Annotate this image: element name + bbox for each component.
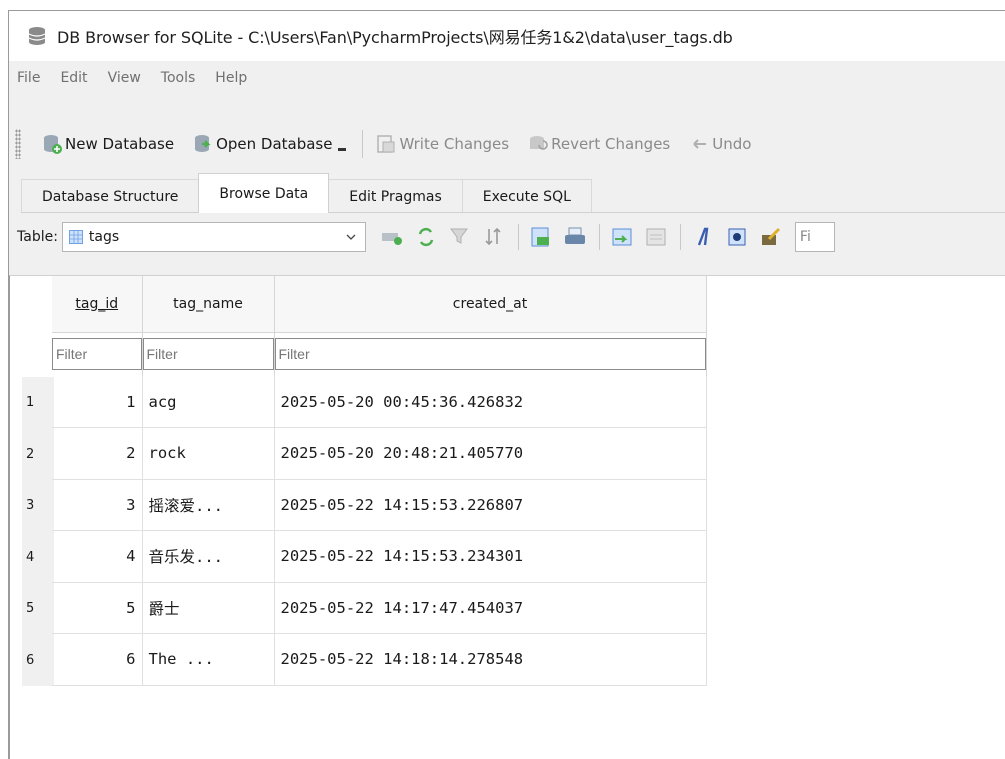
cell-tag-name[interactable]: The ... [142,633,275,686]
column-header-label: tag_id [75,295,119,312]
tools-separator [679,224,681,250]
new-database-icon [44,135,62,154]
menu-help[interactable]: Help [215,70,247,86]
row-header[interactable]: 1 [22,377,54,429]
filter-input-tag-name[interactable] [142,338,274,371]
cell-tag-id[interactable]: 3 [52,479,143,531]
column-header-tag-name[interactable]: tag_name [142,276,275,333]
cell-tag-id[interactable]: 5 [52,582,143,634]
column-header-tag-id[interactable]: tag_id [52,276,143,333]
font-icon[interactable] [691,225,715,249]
delete-record-icon[interactable] [644,225,668,249]
new-database-button[interactable]: New Database [37,128,180,160]
grid-tools: Fi [380,222,835,252]
cell-tag-id[interactable]: 2 [52,427,143,480]
table-row: 2 rock 2025-05-20 20:48:21.405770 [52,427,707,480]
menu-view[interactable]: View [108,70,141,86]
write-changes-label: Write Changes [399,135,510,153]
row-header[interactable]: 2 [22,429,54,481]
table-label: Table: [17,229,58,245]
filter-input-created-at[interactable] [274,338,706,371]
main-toolbar: New Database Open Database Write Changes [9,121,1005,167]
tab-browse-data[interactable]: Browse Data [198,173,330,213]
tab-edit-pragmas[interactable]: Edit Pragmas [328,179,463,213]
new-database-label: New Database [65,135,175,153]
row-header[interactable]: 4 [22,532,54,584]
save-table-icon[interactable] [529,225,553,249]
table-row: 5 爵士 2025-05-22 14:17:47.454037 [52,582,707,634]
cell-created-at[interactable]: 2025-05-20 20:48:21.405770 [274,427,707,480]
table-row: 3 摇滚爱... 2025-05-22 14:15:53.226807 [52,479,707,531]
data-table: tag_id tag_name created_at 1 acg 2025-05… [52,276,707,686]
cell-tag-name[interactable]: 音乐发... [142,530,275,583]
undo-button[interactable]: Undo [684,128,757,160]
cell-created-at[interactable]: 2025-05-22 14:15:53.226807 [274,479,707,531]
app-window: DB Browser for SQLite - C:\Users\Fan\Pyc… [8,10,1005,759]
toolbar-grip[interactable] [15,129,21,159]
cell-tag-name[interactable]: 爵士 [142,582,275,634]
tab-execute-sql[interactable]: Execute SQL [461,179,592,213]
write-changes-icon [377,135,395,153]
title-bar: DB Browser for SQLite - C:\Users\Fan\Pyc… [9,11,1005,61]
cell-created-at[interactable]: 2025-05-20 00:45:36.426832 [274,376,707,428]
column-header-created-at[interactable]: created_at [274,276,707,333]
refresh-table-icon[interactable] [380,225,404,249]
sync-icon[interactable] [414,225,438,249]
chevron-down-icon[interactable] [338,147,347,151]
menu-tools[interactable]: Tools [161,70,196,86]
main-tabs: Database Structure Browse Data Edit Prag… [21,173,592,213]
row-header[interactable]: 6 [22,635,54,687]
table-icon [68,230,83,244]
window-title: DB Browser for SQLite - C:\Users\Fan\Pyc… [57,28,733,47]
table-row: 1 acg 2025-05-20 00:45:36.426832 [52,376,707,428]
tab-database-structure[interactable]: Database Structure [21,179,200,213]
cell-tag-id[interactable]: 1 [52,376,143,428]
row-header[interactable]: 5 [22,583,54,635]
clear-filter-icon[interactable] [448,225,472,249]
cell-tag-name[interactable]: 摇滚爱... [142,479,275,531]
database-app-icon [28,27,46,45]
row-headers: 1 2 3 4 5 6 [22,377,54,686]
open-database-icon [195,135,211,152]
cell-tag-id[interactable]: 4 [52,530,143,583]
filter-input-tag-id[interactable] [52,338,142,371]
write-changes-button[interactable]: Write Changes [371,128,515,160]
insert-record-icon[interactable] [610,225,634,249]
cell-tag-name[interactable]: rock [142,427,275,480]
open-database-label: Open Database [216,135,333,153]
open-database-button[interactable]: Open Database [188,128,352,160]
revert-changes-label: Revert Changes [551,135,671,153]
menu-edit[interactable]: Edit [60,70,87,86]
cell-created-at[interactable]: 2025-05-22 14:15:53.234301 [274,530,707,583]
cell-created-at[interactable]: 2025-05-22 14:18:14.278548 [274,633,707,686]
revert-changes-icon [530,136,548,150]
chevron-down-icon[interactable] [345,231,357,243]
tabs-divider [21,212,1005,213]
data-grid: 1 2 3 4 5 6 tag_id tag_name created_at F… [9,275,1005,759]
sort-icon[interactable] [482,225,506,249]
tools-separator [517,224,519,250]
undo-label: Undo [712,135,752,153]
revert-changes-button[interactable]: Revert Changes [523,128,676,160]
find-icon[interactable] [725,225,749,249]
table-bar: Table: tags Fi [9,217,1005,257]
cell-created-at[interactable]: 2025-05-22 14:17:47.454037 [274,582,707,634]
table-row: 6 The ... 2025-05-22 14:18:14.278548 [52,633,707,686]
cell-tag-name[interactable]: acg [142,376,275,428]
table-select[interactable]: tags [61,222,366,252]
table-row: 4 音乐发... 2025-05-22 14:15:53.234301 [52,530,707,583]
undo-icon [693,139,707,149]
row-header[interactable]: 3 [22,480,54,532]
toolbar-separator [362,130,364,158]
menu-bar: File Edit View Tools Help [9,61,1005,95]
find-input[interactable]: Fi [794,222,835,252]
print-icon[interactable] [563,225,587,249]
selected-table-name: tags [88,229,120,245]
menu-file[interactable]: File [17,70,40,86]
edit-icon[interactable] [759,225,783,249]
cell-tag-id[interactable]: 6 [52,633,143,686]
tools-separator [598,224,600,250]
